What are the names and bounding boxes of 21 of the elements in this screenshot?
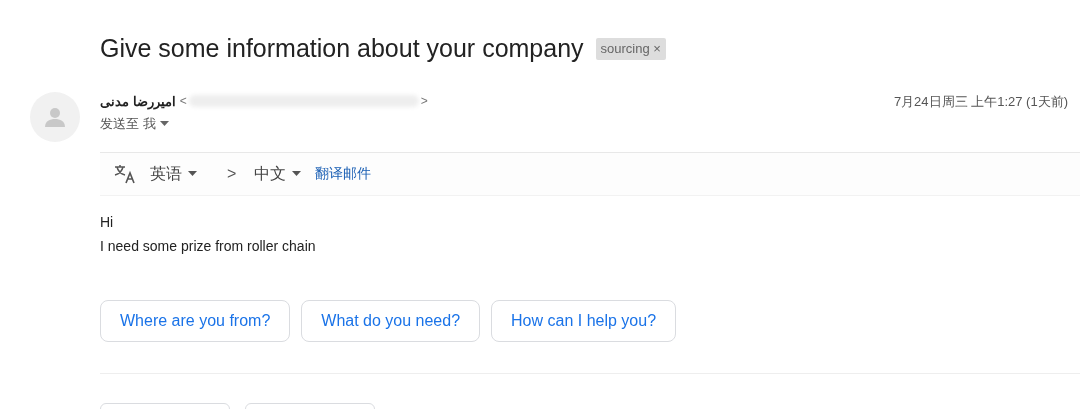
sender-name: امیررضا مدنی <box>100 92 176 111</box>
language-dropdown[interactable]: 英语 <box>150 161 197 186</box>
label-tag[interactable]: sourcing × <box>595 38 666 60</box>
email-bracket: > <box>420 93 428 111</box>
avatar-icon <box>30 91 80 142</box>
email-subject: Give some information about your company <box>100 33 584 64</box>
caret-icon <box>292 171 302 176</box>
language-dropdown[interactable]: 中文 <box>254 161 302 186</box>
caret-icon <box>188 171 197 176</box>
email-date: 7月24日周三 上午1:27 (1天前) <box>893 92 1068 111</box>
smart-reply-button[interactable]: What do you need? <box>301 299 481 342</box>
translate-link[interactable]: 翻译邮件 <box>315 163 372 184</box>
body-text: Hi <box>100 212 115 232</box>
body-text: I need some prize from roller chain <box>100 236 317 256</box>
recipient-text: 发送至 我 <box>100 115 156 133</box>
caret-icon[interactable] <box>159 121 169 127</box>
email-bracket: < <box>179 93 187 111</box>
translate-icon <box>114 163 136 184</box>
arrow-text: > <box>227 163 237 184</box>
smart-reply-button[interactable]: How can I help you? <box>491 299 677 342</box>
smart-reply-button[interactable]: Where are you from? <box>100 299 291 342</box>
